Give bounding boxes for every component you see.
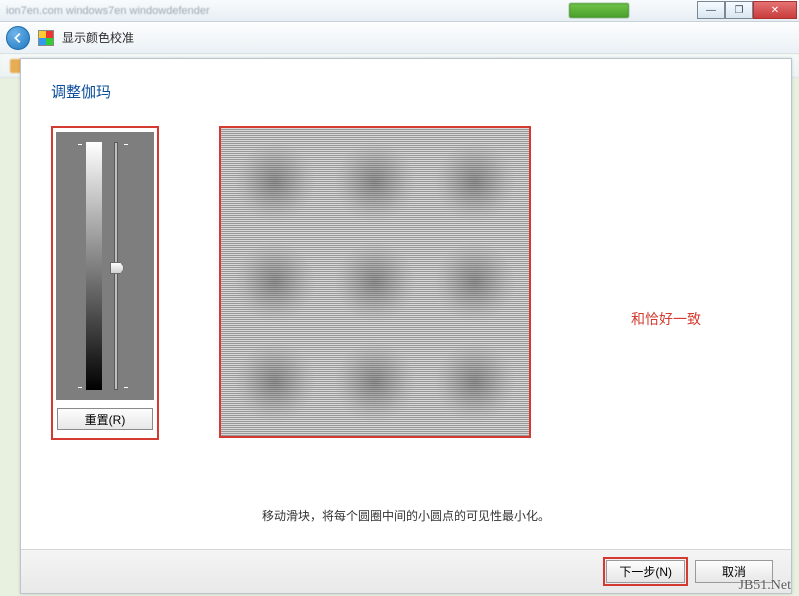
back-button[interactable] xyxy=(6,26,30,50)
tick-icon xyxy=(124,387,128,388)
gamma-dot xyxy=(235,142,315,222)
next-button[interactable]: 下一步(N) xyxy=(606,560,685,583)
gamma-dot xyxy=(435,142,515,222)
page-heading: 调整伽玛 xyxy=(51,81,761,102)
instruction-text: 移动滑块，将每个圆圈中间的小圆点的可见性最小化。 xyxy=(21,507,791,524)
wizard-header: 显示颜色校准 xyxy=(0,22,799,54)
annotation-text: 和恰好一致 xyxy=(631,309,701,329)
content-row: 重置(R) xyxy=(51,126,761,440)
gamma-dot xyxy=(335,342,415,422)
gamma-dot xyxy=(235,242,315,322)
slider-thumb[interactable] xyxy=(110,262,124,274)
gamma-dot xyxy=(235,342,315,422)
watermark: JB51.Net xyxy=(739,578,792,594)
wizard-title: 显示颜色校准 xyxy=(62,29,134,46)
browser-chrome: ion7en.com windows7en windowdefender — ❐… xyxy=(0,0,799,22)
gamma-dot xyxy=(335,142,415,222)
maximize-button[interactable]: ❐ xyxy=(725,1,753,19)
gradient-strip xyxy=(86,142,102,390)
wizard-page: 调整伽玛 重置(R) xyxy=(20,58,792,594)
minimize-button[interactable]: — xyxy=(697,1,725,19)
tick-icon xyxy=(78,144,82,145)
gamma-dot xyxy=(335,242,415,322)
gamma-preview xyxy=(219,126,531,438)
wizard-footer: 下一步(N) 取消 xyxy=(21,549,791,593)
gamma-dot xyxy=(435,242,515,322)
gamma-slider-well xyxy=(56,132,154,400)
tick-icon xyxy=(78,387,82,388)
window-controls: — ❐ ✕ xyxy=(697,1,797,19)
arrow-left-icon xyxy=(11,31,25,45)
color-calibration-icon xyxy=(38,30,54,46)
tick-icon xyxy=(124,144,128,145)
reset-button[interactable]: 重置(R) xyxy=(57,408,153,430)
close-window-button[interactable]: ✕ xyxy=(753,1,797,19)
download-button[interactable] xyxy=(569,3,629,18)
address-bar-text: ion7en.com windows7en windowdefender xyxy=(6,5,210,17)
gamma-slider-panel: 重置(R) xyxy=(51,126,159,440)
gamma-dot xyxy=(435,342,515,422)
